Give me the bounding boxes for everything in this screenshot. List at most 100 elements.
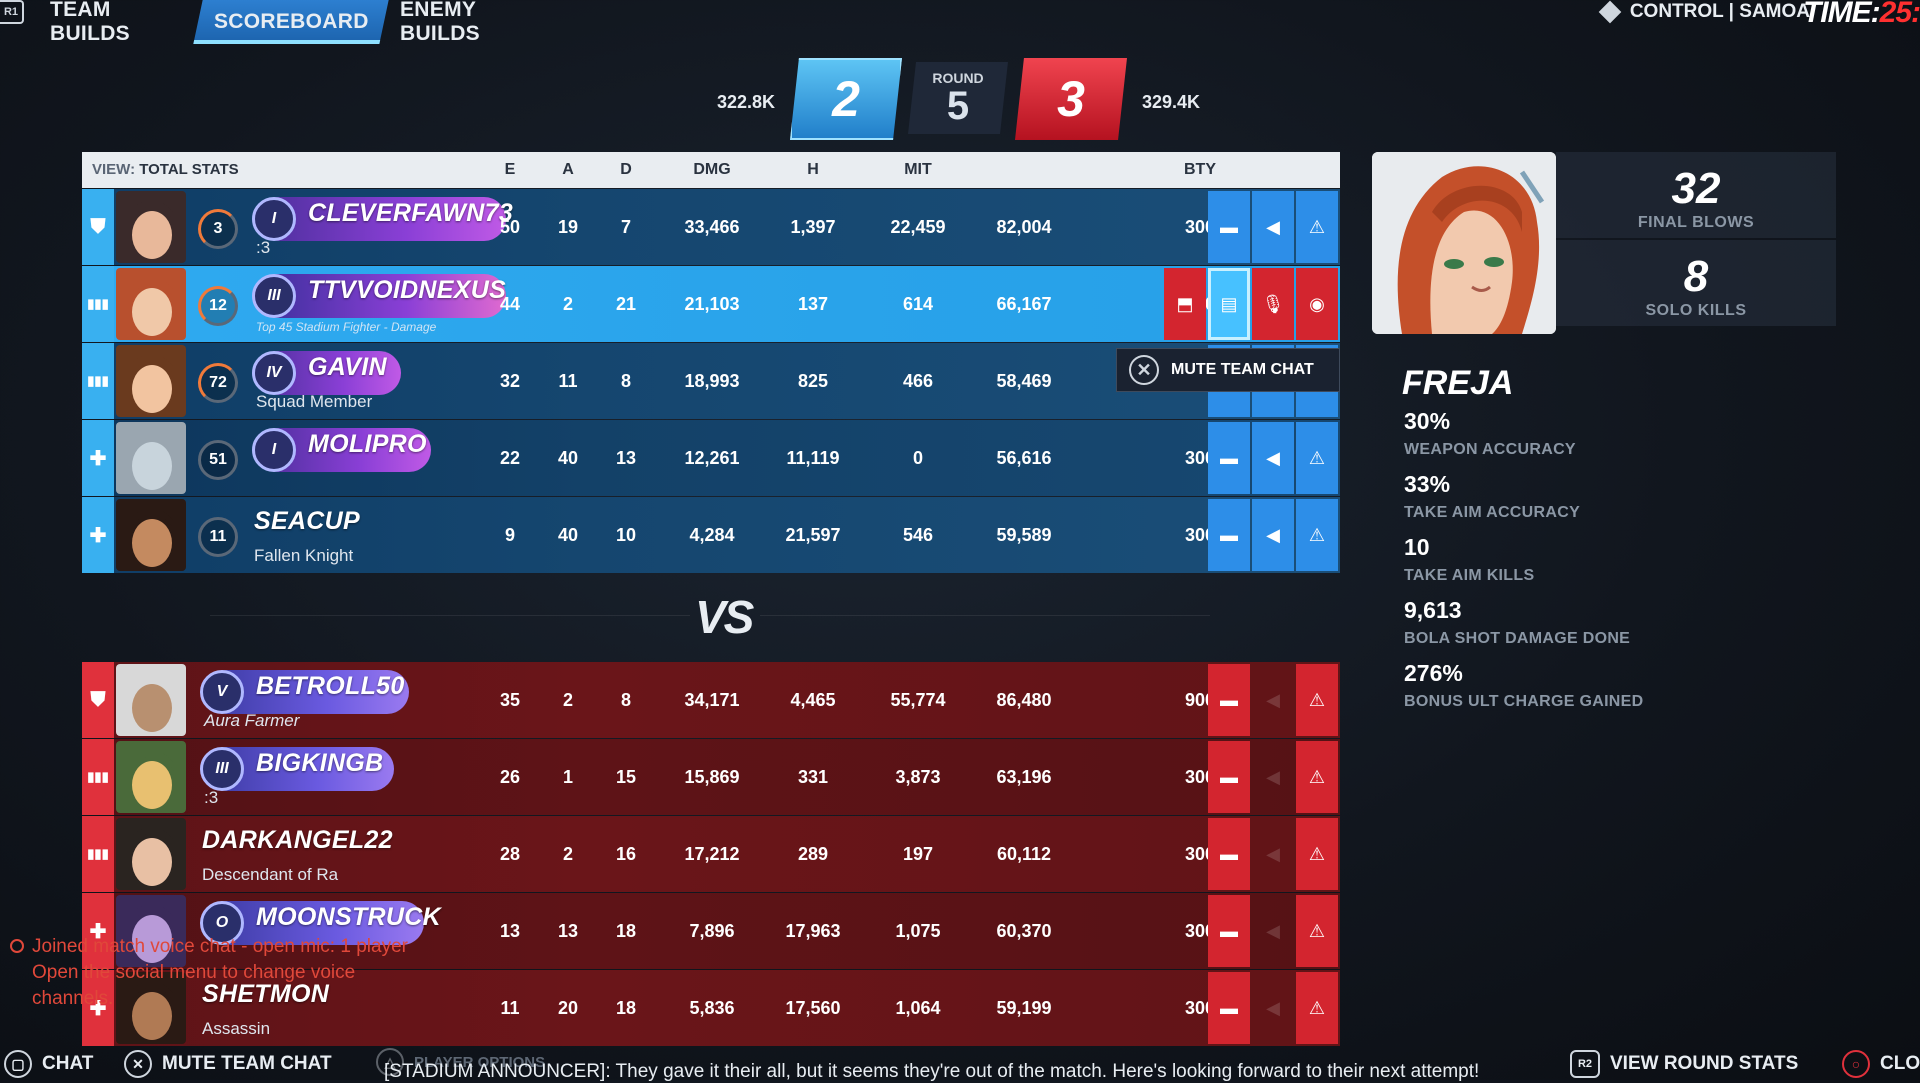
rank-emblem-icon: III [200,747,244,791]
mute-speaker-icon[interactable]: ◀ [1252,191,1294,263]
player-name[interactable]: BETROLL50 [256,672,405,701]
tab-scoreboard[interactable]: SCOREBOARD [193,0,389,44]
stat-dmg: 34,171 [684,690,740,710]
tank-role-icon: ⛊ [82,189,114,265]
hero-portrait [116,499,186,571]
report-warning-icon[interactable]: ⚠ [1296,972,1338,1044]
view-value: TOTAL STATS [139,161,239,178]
report-warning-icon[interactable]: ⚠ [1296,422,1338,494]
hero-stat-label: TAKE AIM ACCURACY [1404,504,1581,521]
player-name[interactable]: DARKANGEL22 [202,826,393,855]
report-warning-icon[interactable]: ⚠ [1296,191,1338,263]
hero-portrait [116,191,186,263]
report-warning-icon[interactable]: ⚠ [1296,664,1338,736]
player-title: Descendant of Ra [202,865,339,884]
mute-speaker-icon[interactable]: ◀ [1252,741,1294,813]
mute-team-chat-button[interactable]: ✕ MUTE TEAM CHAT [124,1050,332,1078]
chat-button[interactable]: ▢ CHAT [4,1050,93,1078]
report-warning-icon[interactable]: ⚠ [1296,818,1338,890]
vs-divider-left [210,615,690,616]
chat-bubble-icon[interactable]: ▬ [1208,895,1250,967]
tab-team-builds[interactable]: TEAM BUILDS [50,0,190,45]
notification-line-1: Joined match voice chat - open mic: 1 pl… [32,936,408,957]
tab-enemy-builds[interactable]: ENEMY BUILDS [400,0,560,45]
player-name[interactable]: BIGKINGB [256,749,383,778]
hero-stat-value: 10 [1404,534,1430,560]
chat-bubble-icon[interactable]: ▬ [1208,499,1250,571]
mute-speaker-icon[interactable]: ◀ [1252,499,1294,571]
stat-a: 19 [557,217,579,237]
report-warning-icon[interactable]: ⚠ [1296,895,1338,967]
player-level: 72 [198,363,238,403]
stat-e: 9 [504,525,515,545]
hero-portrait [116,818,186,890]
view-round-stats-button[interactable]: R2 VIEW ROUND STATS [1570,1050,1798,1078]
col-healing: H [807,161,819,178]
hero-stat: 33% TAKE AIM ACCURACY [1404,471,1580,522]
chat-bubble-icon[interactable]: ▬ [1208,422,1250,494]
red-team-row[interactable]: ⛊ V BETROLL50 Aura Farmer 35 2 8 34,171 4,465 55,… [82,662,1340,738]
player-name[interactable]: MOONSTRUCK [256,903,441,932]
stat-a: 2 [562,844,573,864]
player-name[interactable]: SEACUP [254,507,360,536]
player-name[interactable]: GAVIN [308,353,387,382]
cross-icon: ✕ [124,1050,152,1078]
stat-d: 8 [620,371,631,391]
stat-dmg: 5,836 [689,998,735,1018]
close-button[interactable]: ○ CLO [1842,1050,1920,1078]
hero-portrait [116,741,186,813]
chat-bubble-icon[interactable]: ▬ [1208,191,1250,263]
report-warning-icon[interactable]: ⚠ [1296,741,1338,813]
player-name[interactable]: MOLIPRO [308,430,427,459]
stat-extra: 60,370 [996,921,1052,941]
hero-stat-value: 30% [1404,408,1451,434]
player-name[interactable]: TTVVOIDNEXUS [308,276,506,305]
report-warning-icon[interactable]: ⚠ [1296,499,1338,571]
microphone-button[interactable]: 🎙 [1252,268,1294,340]
hero-stat-value: 33% [1404,471,1451,497]
mute-speaker-icon[interactable]: ◀ [1252,422,1294,494]
chat-message-button[interactable]: ▤ [1208,268,1250,340]
voice-options-button[interactable]: ◉ [1296,268,1338,340]
chat-bubble-icon[interactable]: ▬ [1208,741,1250,813]
stat-e: 26 [499,767,521,787]
solo-kills-label: SOLO KILLS [1645,302,1747,319]
blue-team-row[interactable]: ✚ 11 SEACUP Fallen Knight 9 40 10 4,284 21,597 54… [82,497,1340,573]
chat-bubble-icon[interactable]: ▬ [1208,818,1250,890]
blue-team-row[interactable]: ⛊ 3 I CLEVERFAWN73:3 50 19 7 33,466 1,397 22,459 8… [82,189,1340,265]
stat-extra: 59,199 [996,998,1052,1018]
col-damage: DMG [693,161,731,178]
red-team-row[interactable]: ▮▮▮ III BIGKINGB:3 26 1 15 15,869 331 3,873 63,19… [82,739,1340,815]
damage-role-icon: ▮▮▮ [82,266,114,342]
red-team-damage: 329.4K [1142,92,1201,112]
mute-speaker-icon[interactable]: ◀ [1252,895,1294,967]
mute-speaker-icon[interactable]: ◀ [1252,664,1294,736]
rank-emblem-icon: I [252,197,296,241]
stat-a: 20 [557,998,579,1018]
stat-h: 1,397 [790,217,836,237]
blue-team-damage: 322.8K [717,92,776,112]
player-name[interactable]: CLEVERFAWN73 [308,199,513,228]
player-title: :3 [204,788,219,807]
player-title: :3 [256,238,271,257]
chat-bubble-icon[interactable]: ▬ [1208,972,1250,1044]
blue-team-row[interactable]: ✚ 51 I MOLIPRO 22 40 13 12,261 11,119 0 56,616 300 ▬… [82,420,1340,496]
report-message-button[interactable]: ⬒ [1164,268,1206,340]
col-mitigated: MIT [904,161,932,178]
mute-speaker-icon[interactable]: ◀ [1252,972,1294,1044]
stat-dmg: 17,212 [684,844,740,864]
stat-extra: 56,616 [996,448,1052,468]
mute-team-chat-tooltip[interactable]: ✕ MUTE TEAM CHAT [1116,348,1340,392]
final-blows-value: 32 [1671,164,1721,213]
stat-e: 13 [499,921,521,941]
view-selector[interactable]: VIEW: TOTAL STATS [92,152,239,188]
blue-team-row[interactable]: ▮▮▮ 12 III TTVVOIDNEXUS Top 45 Stadium Fight… [82,266,1340,342]
stat-extra: 59,589 [996,525,1052,545]
r2-trigger-icon: R2 [1570,1050,1600,1078]
chat-bubble-icon[interactable]: ▬ [1208,664,1250,736]
control-mode-icon [1598,0,1622,24]
mute-speaker-icon[interactable]: ◀ [1252,818,1294,890]
stat-extra: 63,196 [996,767,1052,787]
red-team-row[interactable]: ▮▮▮ DARKANGEL22 Descendant of Ra 28 2 16 17,21… [82,816,1340,892]
stat-e: 35 [499,690,521,710]
